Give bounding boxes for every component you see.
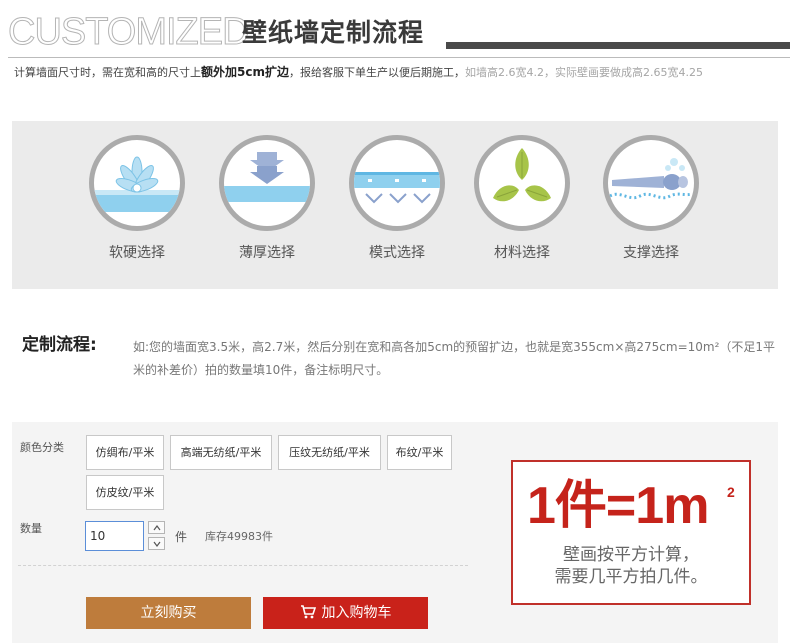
size-note: 计算墙面尺寸时，需在宽和高的尺寸上额外加5cm扩边，报给客服下单生产以便后期施工… [14, 64, 703, 81]
size-note-bold: 额外加5cm扩边 [201, 65, 289, 79]
option-pattern: 模式选择 [347, 135, 447, 263]
promo-line-2: 需要几平方拍几件。 [554, 567, 708, 587]
chevron-up-icon [153, 525, 161, 531]
buy-now-label: 立刻购买 [140, 605, 197, 621]
quantity-input[interactable] [85, 521, 144, 551]
quantity-decrease-button[interactable] [148, 537, 165, 550]
flower-icon [89, 135, 185, 231]
promo-superscript: 2 [727, 484, 735, 500]
option-label: 软硬选择 [109, 245, 165, 261]
sku-option[interactable]: 压纹无纺纸/平米 [278, 435, 381, 470]
quantity-increase-button[interactable] [148, 521, 165, 534]
color-category-label: 颜色分类 [20, 441, 64, 454]
size-note-text: 计算墙面尺寸时，需在宽和高的尺寸上 [14, 66, 201, 79]
sku-option[interactable]: 仿皮纹/平米 [86, 475, 164, 510]
sku-option[interactable]: 高端无纺纸/平米 [170, 435, 272, 470]
promo-headline: 1件=1m [527, 477, 709, 535]
quantity-unit: 件 [175, 530, 188, 544]
option-label: 模式选择 [369, 245, 425, 261]
option-support: 支撑选择 [601, 135, 701, 263]
option-label: 材料选择 [494, 245, 550, 261]
option-thickness: 薄厚选择 [217, 135, 317, 263]
chevron-down-icon [153, 541, 161, 547]
purchase-divider [18, 565, 468, 566]
header-bar [446, 42, 790, 49]
pattern-icon [349, 135, 445, 231]
process-title: 定制流程: [22, 335, 97, 355]
option-material: 材料选择 [472, 135, 572, 263]
promo-box: 1件=1m 2 壁画按平方计算， 需要几平方拍几件。 [511, 460, 751, 605]
option-label: 薄厚选择 [239, 245, 295, 261]
option-label: 支撑选择 [623, 245, 679, 261]
sku-option[interactable]: 布纹/平米 [387, 435, 452, 470]
support-icon [603, 135, 699, 231]
options-panel: 软硬选择 薄厚选择 模式选择 材料选择 支撑选择 [12, 121, 778, 289]
thickness-arrow-icon [219, 135, 315, 231]
add-to-cart-button[interactable]: 加入购物车 [263, 597, 428, 629]
quantity-label: 数量 [20, 522, 42, 535]
leaves-icon [474, 135, 570, 231]
page-header: CUSTOMIZED 壁纸墙定制流程 [0, 0, 790, 60]
stock-count: 库存49983件 [205, 530, 273, 543]
size-note-example: 如墙高2.6宽4.2，实际壁画要做成高2.65宽4.25 [464, 66, 703, 79]
promo-line-1: 壁画按平方计算， [563, 545, 699, 565]
buy-now-button[interactable]: 立刻购买 [86, 597, 251, 629]
option-hardness: 软硬选择 [87, 135, 187, 263]
process-text: 如:您的墙面宽3.5米，高2.7米，然后分别在宽和高各加5cm的预留扩边，也就是… [133, 340, 776, 377]
sku-option[interactable]: 仿绸布/平米 [86, 435, 164, 470]
size-note-text-2: ，报给客服下单生产以便后期施工， [288, 66, 465, 79]
header-title-en: CUSTOMIZED [8, 11, 251, 54]
header-divider [8, 57, 790, 58]
cart-icon [300, 605, 316, 619]
add-to-cart-label: 加入购物车 [321, 605, 392, 621]
header-title-cn: 壁纸墙定制流程 [242, 18, 425, 47]
